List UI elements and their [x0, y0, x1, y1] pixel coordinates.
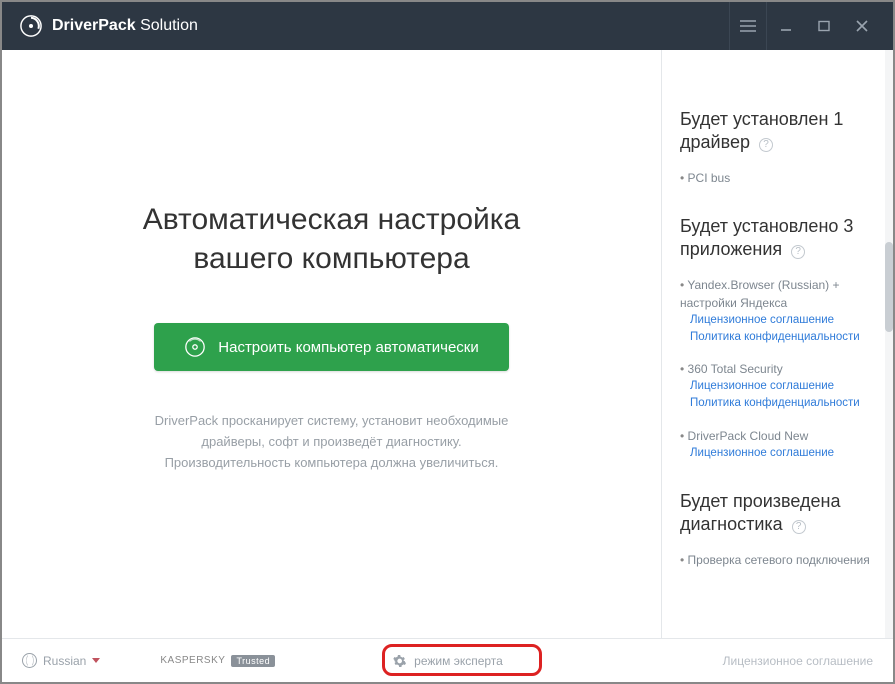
- globe-icon: [22, 653, 37, 668]
- list-item: Проверка сетевого подключения: [680, 551, 875, 569]
- license-link[interactable]: Лицензионное соглашение: [690, 378, 875, 395]
- app-title: DriverPack Solution: [52, 17, 198, 35]
- help-icon[interactable]: ?: [792, 520, 806, 534]
- minimize-icon: [780, 20, 792, 32]
- minimize-button[interactable]: [767, 2, 805, 50]
- chevron-down-icon: [92, 658, 100, 663]
- scrollbar-track[interactable]: [885, 50, 893, 638]
- language-label: Russian: [43, 654, 86, 668]
- sidebar: Будет установлен 1 драйвер ? PCI bus Буд…: [661, 50, 893, 638]
- diagnostics-section: Будет произведена диагностика ? Проверка…: [680, 490, 875, 569]
- scrollbar-thumb[interactable]: [885, 242, 893, 332]
- drivers-section: Будет установлен 1 драйвер ? PCI bus: [680, 108, 875, 187]
- apps-section: Будет установлено 3 приложения ? Yandex.…: [680, 215, 875, 462]
- drivers-heading: Будет установлен 1 драйвер ?: [680, 108, 875, 155]
- expert-mode-label: режим эксперта: [414, 654, 503, 668]
- main-panel: Автоматическая настройка вашего компьюте…: [2, 50, 661, 638]
- expert-mode-button[interactable]: режим эксперта: [374, 648, 521, 674]
- list-item: DriverPack Cloud New Лицензионное соглаш…: [680, 427, 875, 462]
- app-logo: DriverPack Solution: [20, 15, 198, 37]
- list-item: PCI bus: [680, 169, 875, 187]
- license-link[interactable]: Лицензионное соглашение: [690, 445, 875, 462]
- list-item: 360 Total Security Лицензионное соглашен…: [680, 360, 875, 413]
- help-icon[interactable]: ?: [759, 138, 773, 152]
- main-description: DriverPack просканирует систему, установ…: [155, 411, 509, 473]
- help-icon[interactable]: ?: [791, 245, 805, 259]
- language-selector[interactable]: Russian: [22, 653, 100, 668]
- diagnostics-heading: Будет произведена диагностика ?: [680, 490, 875, 537]
- gear-icon: [392, 654, 406, 668]
- footer-license-link[interactable]: Лицензионное соглашение: [723, 654, 873, 668]
- maximize-icon: [818, 20, 830, 32]
- main-heading: Автоматическая настройка вашего компьюте…: [143, 200, 520, 278]
- disc-icon: [184, 336, 206, 358]
- hamburger-icon: [740, 20, 756, 32]
- apps-heading: Будет установлено 3 приложения ?: [680, 215, 875, 262]
- privacy-link[interactable]: Политика конфиденциальности: [690, 329, 875, 346]
- configure-automatically-button[interactable]: Настроить компьютер автоматически: [154, 323, 508, 371]
- hamburger-menu-button[interactable]: [729, 2, 767, 50]
- cta-label: Настроить компьютер автоматически: [218, 339, 478, 356]
- privacy-link[interactable]: Политика конфиденциальности: [690, 395, 875, 412]
- close-icon: [856, 20, 868, 32]
- close-button[interactable]: [843, 2, 881, 50]
- kaspersky-trust-badge: KASPERSKY Trusted: [160, 655, 275, 667]
- list-item: Yandex.Browser (Russian) + настройки Янд…: [680, 276, 875, 347]
- license-link[interactable]: Лицензионное соглашение: [690, 312, 875, 329]
- maximize-button[interactable]: [805, 2, 843, 50]
- driverpack-logo-icon: [20, 15, 42, 37]
- titlebar: DriverPack Solution: [2, 2, 893, 50]
- footer: Russian KASPERSKY Trusted режим эксперта…: [2, 638, 893, 682]
